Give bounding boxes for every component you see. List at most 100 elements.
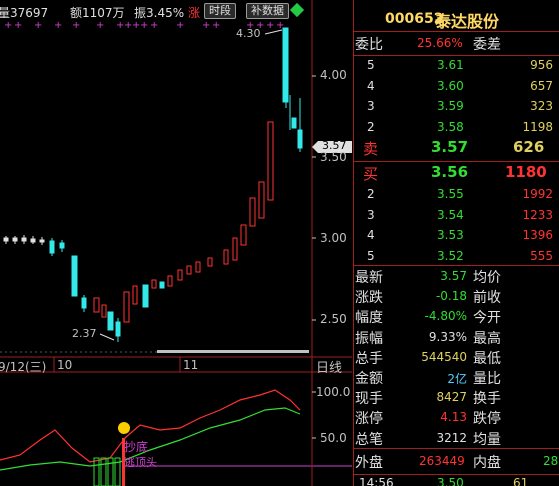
svg-text:+: + [4, 20, 12, 31]
inner-label: 内盘 [473, 455, 501, 471]
level-number: 3 [367, 99, 375, 113]
level-price: 3.59 [437, 99, 464, 113]
stat-label: 跌停 [473, 411, 501, 428]
stat-label: 量比 [473, 371, 501, 387]
svg-text:+: + [266, 20, 274, 31]
stat-value: 9.33% [428, 329, 467, 344]
sell1-volume: 626 [513, 138, 545, 156]
stat-label: 涨跌 [355, 290, 383, 307]
buy-level-row: 4 3.53 1396 [353, 226, 559, 245]
indicator-tick: 100.0 [316, 385, 351, 399]
outer-value: 263449 [419, 454, 465, 468]
level-volume: 1992 [522, 187, 553, 201]
stat-label: 今开 [473, 310, 501, 327]
stat-row: 最新 3.57 均价 [353, 267, 559, 286]
stock-title: 000652 泰达股份 [353, 3, 559, 31]
sell1-price: 3.57 [431, 138, 469, 156]
buy1-row: 买 3.56 1180 [353, 163, 559, 185]
stock-name: 泰达股份 [435, 12, 500, 31]
price-tick: 4.00 [320, 68, 347, 82]
stat-value: -0.18 [435, 289, 467, 304]
indicator-tick: 50.0 [320, 431, 347, 445]
stat-label: 总笔 [355, 431, 383, 448]
low-price-label: 2.37 [72, 327, 97, 340]
svg-text:+: + [96, 20, 104, 31]
stat-label: 振幅 [355, 330, 383, 347]
quote-panel: 000652 泰达股份 委比 25.66% 委差 5 3.61 956 4 3.60 65… [353, 0, 559, 486]
weibi-row: 委比 25.66% 委差 [353, 34, 559, 53]
stat-row: 涨跌 -0.18 前收 [353, 287, 559, 306]
stat-label: 涨停 [355, 411, 383, 428]
stat-label: 幅度 [355, 310, 383, 327]
buy1-price: 3.56 [431, 163, 469, 181]
outer-label: 外盘 [355, 455, 383, 471]
level-price: 3.58 [437, 119, 464, 134]
stat-label: 均量 [473, 431, 501, 448]
stat-value: 3212 [436, 430, 467, 445]
month-mark: 10 [57, 358, 73, 372]
svg-text:+: + [14, 20, 22, 31]
stat-row: 现手 8427 换手 [353, 388, 559, 407]
period-selector[interactable]: 日线 [316, 357, 342, 376]
tick-time: 14:56 [359, 476, 394, 486]
svg-text:+: + [72, 20, 80, 31]
level-number: 5 [367, 248, 375, 263]
tick-row: 14:56 3.50 61 [353, 476, 559, 486]
stat-value: 8427 [436, 390, 467, 405]
tick-volume: 61 [513, 476, 529, 486]
outer-inner-row: 外盘 263449 内盘 28 [353, 452, 559, 471]
price-tick: 3.50 [320, 150, 347, 164]
sell-level-row: 4 3.60 657 [353, 77, 559, 96]
date-label: 9/12(三) [0, 360, 47, 374]
weibi-value: 25.66% [417, 36, 463, 50]
stat-label: 最高 [473, 330, 501, 347]
level-number: 3 [367, 207, 375, 222]
stat-row: 振幅 9.33% 最高 [353, 328, 559, 347]
level-price: 3.53 [437, 228, 464, 242]
weibi-label: 委比 [355, 37, 383, 53]
svg-text:+: + [150, 20, 158, 31]
stat-value: 544540 [421, 349, 467, 364]
level-volume: 1198 [522, 119, 553, 134]
stat-value: 3.57 [440, 269, 467, 283]
sell-level-row: 5 3.61 956 [353, 56, 559, 75]
level-volume: 323 [530, 99, 553, 113]
level-number: 2 [367, 119, 375, 134]
buy-level-row: 5 3.52 555 [353, 247, 559, 266]
sell-level-row: 2 3.58 1198 [353, 118, 559, 137]
svg-text:+: + [176, 20, 184, 31]
svg-text:+: + [140, 20, 148, 31]
inner-value: 28 [543, 454, 559, 468]
level-price: 3.54 [437, 207, 464, 222]
bottom-signal-text: 抄底 [124, 440, 149, 454]
tick-price: 3.50 [437, 476, 464, 486]
stat-label: 总手 [355, 350, 383, 367]
svg-text:+: + [202, 20, 210, 31]
buy-level-row: 2 3.55 1992 [353, 185, 559, 204]
level-price: 3.55 [437, 187, 464, 201]
stat-label: 前收 [473, 290, 501, 307]
level-volume: 956 [530, 58, 553, 72]
sell1-row: 卖 3.57 626 [353, 138, 559, 160]
stat-row: 幅度 -4.80% 今开 [353, 307, 559, 326]
stat-row: 总笔 3212 均量 [353, 429, 559, 448]
level-number: 4 [367, 228, 375, 242]
stat-label: 最新 [355, 270, 383, 286]
level-volume: 555 [530, 248, 553, 263]
level-number: 2 [367, 187, 375, 201]
svg-text:+: + [54, 20, 62, 31]
stat-row: 金额 2亿 量比 [353, 368, 559, 387]
level-price: 3.61 [437, 58, 464, 72]
level-price: 3.60 [437, 78, 464, 93]
stat-value: 2亿 [447, 372, 467, 386]
buy-level-row: 3 3.54 1233 [353, 206, 559, 225]
buy1-volume: 1180 [505, 163, 547, 181]
sell1-label: 卖 [363, 140, 379, 158]
level-volume: 1233 [522, 207, 553, 222]
price-tick: 3.00 [320, 231, 347, 245]
candles [3, 27, 303, 342]
stat-label: 金额 [355, 371, 383, 387]
stat-value: -4.80% [424, 309, 467, 324]
stat-label: 现手 [355, 391, 383, 408]
level-price: 3.52 [437, 248, 464, 263]
